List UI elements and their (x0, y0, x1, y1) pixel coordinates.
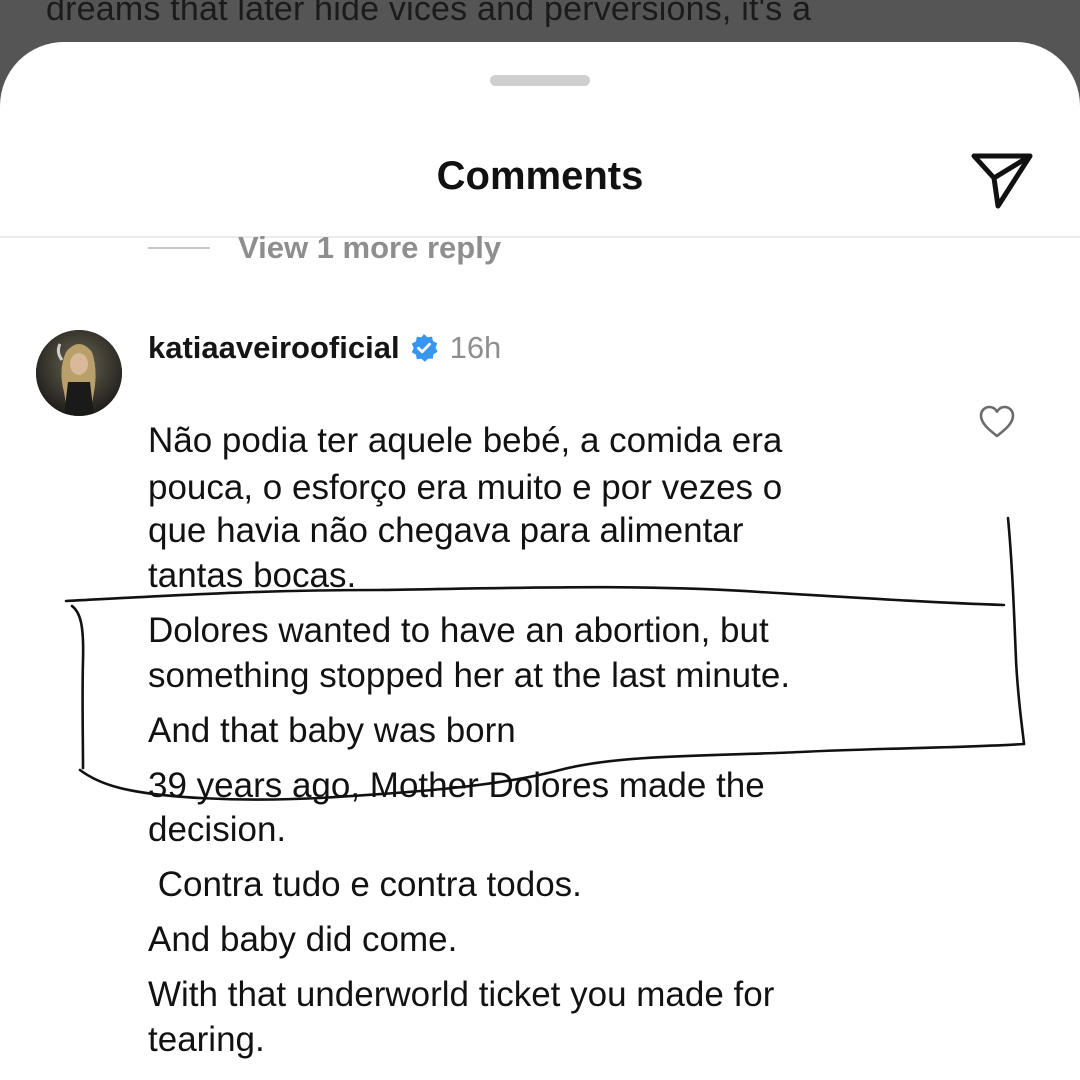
share-button[interactable] (966, 142, 1038, 214)
heart-outline-icon (979, 405, 1015, 438)
sheet-grabber-handle[interactable] (490, 75, 590, 86)
avatar[interactable] (36, 330, 122, 416)
comment-text-line: 39 years ago, Mother Dolores made the (148, 766, 765, 805)
verified-badge-icon (411, 334, 438, 362)
comment-text-line: Dolores wanted to have an abortion, but (148, 611, 769, 650)
comment-timestamp: 16h (449, 330, 502, 365)
comment-text-line: And baby did come. (148, 920, 458, 959)
view-more-replies-button[interactable]: View 1 more reply (148, 226, 501, 270)
profile-photo (36, 330, 122, 416)
comment-text-line: pouca, o esforço era muito e por vezes o (148, 468, 783, 507)
comment-text-line: decision. (148, 810, 287, 849)
comment-text-line: tantas bocas. (148, 556, 357, 595)
comment-text-line: And that baby was born (148, 711, 516, 750)
comment-text-line: something stopped her at the last minute… (148, 656, 791, 695)
comment-text-line: tearing. (148, 1020, 265, 1059)
comment-text-line: Não podia ter aquele bebé, a comida era (148, 421, 783, 460)
screen: dreams that later hide vices and pervers… (0, 0, 1080, 1080)
comment-text-line: Contra tudo e contra todos. (148, 865, 582, 904)
view-more-replies-label: View 1 more reply (238, 230, 502, 265)
reply-thread-line (148, 247, 210, 249)
sheet-title: Comments (436, 154, 644, 198)
paper-plane-icon (971, 153, 1033, 209)
like-button[interactable] (978, 403, 1016, 441)
background-post-text: dreams that later hide vices and pervers… (46, 0, 812, 28)
comment-username[interactable]: katiaaveirooficial (148, 330, 400, 366)
comment-text-line: que havia não chegava para alimentar (148, 511, 744, 550)
comment-header: katiaaveirooficial 16h (148, 326, 501, 370)
comment-text-line: With that underworld ticket you made for (148, 975, 775, 1014)
